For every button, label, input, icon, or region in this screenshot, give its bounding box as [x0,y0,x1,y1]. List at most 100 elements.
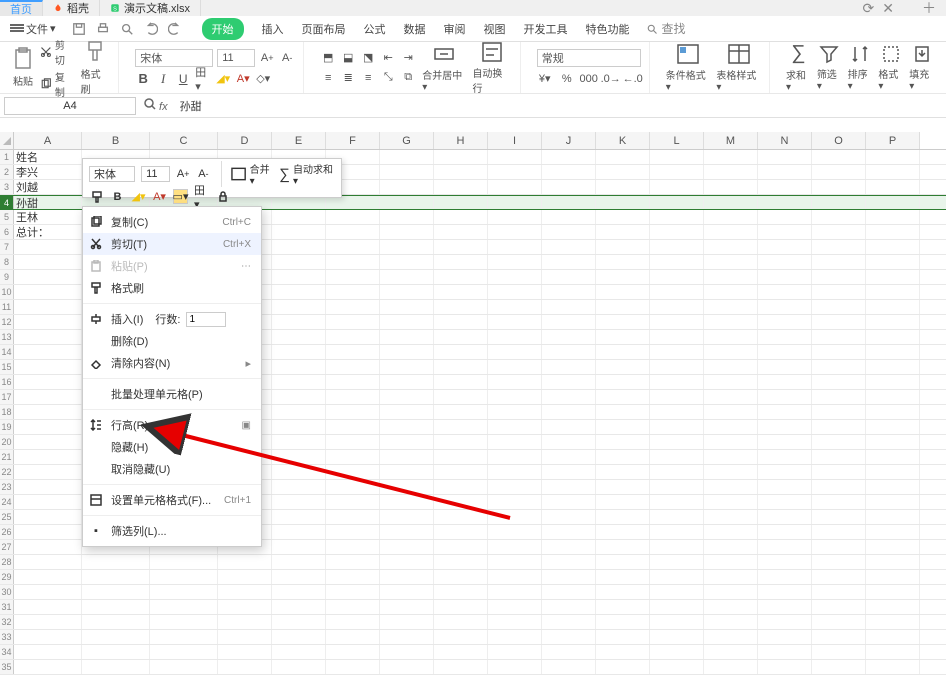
cell[interactable] [866,555,920,569]
currency-button[interactable]: ¥▾ [537,71,553,87]
ctx-batch[interactable]: 批量处理单元格(P) [83,383,261,405]
cell[interactable] [704,165,758,179]
cell[interactable] [812,375,866,389]
cell[interactable] [596,405,650,419]
cell[interactable] [542,390,596,404]
cell[interactable] [488,285,542,299]
cell[interactable] [758,585,812,599]
cell[interactable] [866,375,920,389]
indent-inc-button[interactable]: ⇥ [400,50,416,66]
row-header[interactable]: 33 [0,630,14,644]
cell[interactable] [812,196,866,209]
cell[interactable] [866,210,920,224]
cell[interactable] [866,165,920,179]
col-header-F[interactable]: F [326,132,380,149]
select-all-corner[interactable] [0,132,14,149]
cell[interactable] [812,255,866,269]
cell[interactable] [488,480,542,494]
cell[interactable] [272,630,326,644]
cell[interactable] [150,645,218,659]
cell[interactable] [488,270,542,284]
row-header[interactable]: 9 [0,270,14,284]
cell[interactable] [704,315,758,329]
cell[interactable] [380,150,434,164]
cell[interactable] [14,420,82,434]
cell[interactable] [150,630,218,644]
cell[interactable] [704,585,758,599]
cell[interactable] [812,630,866,644]
cell[interactable] [704,150,758,164]
row-header[interactable]: 15 [0,360,14,374]
cell[interactable] [650,420,704,434]
cell[interactable] [866,585,920,599]
ribbon-tab-5[interactable]: 审阅 [444,21,466,37]
cell[interactable] [758,570,812,584]
cell[interactable] [272,495,326,509]
ribbon-tab-1[interactable]: 插入 [262,21,284,37]
row-header[interactable]: 23 [0,480,14,494]
cell[interactable] [272,615,326,629]
cell[interactable] [380,450,434,464]
cell[interactable] [596,285,650,299]
cell[interactable] [758,390,812,404]
cell[interactable] [704,450,758,464]
cell[interactable] [542,285,596,299]
cell[interactable] [758,450,812,464]
col-header-P[interactable]: P [866,132,920,149]
cell[interactable] [812,465,866,479]
cell[interactable] [272,465,326,479]
cell[interactable] [650,435,704,449]
cell[interactable] [380,555,434,569]
cell[interactable] [434,390,488,404]
cell[interactable] [866,420,920,434]
cell[interactable] [14,330,82,344]
mini-bold-button[interactable]: B [110,189,125,204]
cell[interactable] [704,465,758,479]
cell[interactable] [758,225,812,239]
cell[interactable] [14,435,82,449]
preview-icon[interactable] [120,22,134,36]
cell[interactable] [758,420,812,434]
cell[interactable] [272,645,326,659]
ctx-paste[interactable]: 粘贴(P)⋯ [83,255,261,277]
cell[interactable] [650,240,704,254]
cell[interactable] [380,165,434,179]
cell[interactable] [14,510,82,524]
cell[interactable] [542,660,596,674]
cell[interactable] [812,525,866,539]
mini-font-combo[interactable]: 宋体 [89,166,135,182]
cell[interactable] [650,330,704,344]
row-header[interactable]: 25 [0,510,14,524]
cell[interactable] [82,645,150,659]
cell[interactable] [326,555,380,569]
cell[interactable] [326,420,380,434]
cell[interactable] [380,540,434,554]
cell[interactable] [596,180,650,194]
cell[interactable] [650,225,704,239]
cell[interactable] [218,630,272,644]
cell[interactable] [14,495,82,509]
cell[interactable] [542,165,596,179]
cell[interactable] [758,315,812,329]
row-header[interactable]: 3 [0,180,14,194]
cell[interactable] [326,300,380,314]
cell[interactable] [812,645,866,659]
cell[interactable] [758,630,812,644]
cell[interactable] [866,510,920,524]
col-header-I[interactable]: I [488,132,542,149]
cell[interactable] [434,225,488,239]
cell[interactable] [542,225,596,239]
row-header[interactable]: 7 [0,240,14,254]
row-header[interactable]: 12 [0,315,14,329]
fx-icon[interactable]: fx [136,98,176,113]
cell[interactable] [380,270,434,284]
cell[interactable] [380,300,434,314]
cell[interactable] [650,210,704,224]
cell[interactable] [326,630,380,644]
cell[interactable] [542,240,596,254]
cell[interactable] [542,345,596,359]
cell[interactable] [704,300,758,314]
cell[interactable] [434,345,488,359]
cell[interactable] [434,150,488,164]
cell[interactable] [272,330,326,344]
